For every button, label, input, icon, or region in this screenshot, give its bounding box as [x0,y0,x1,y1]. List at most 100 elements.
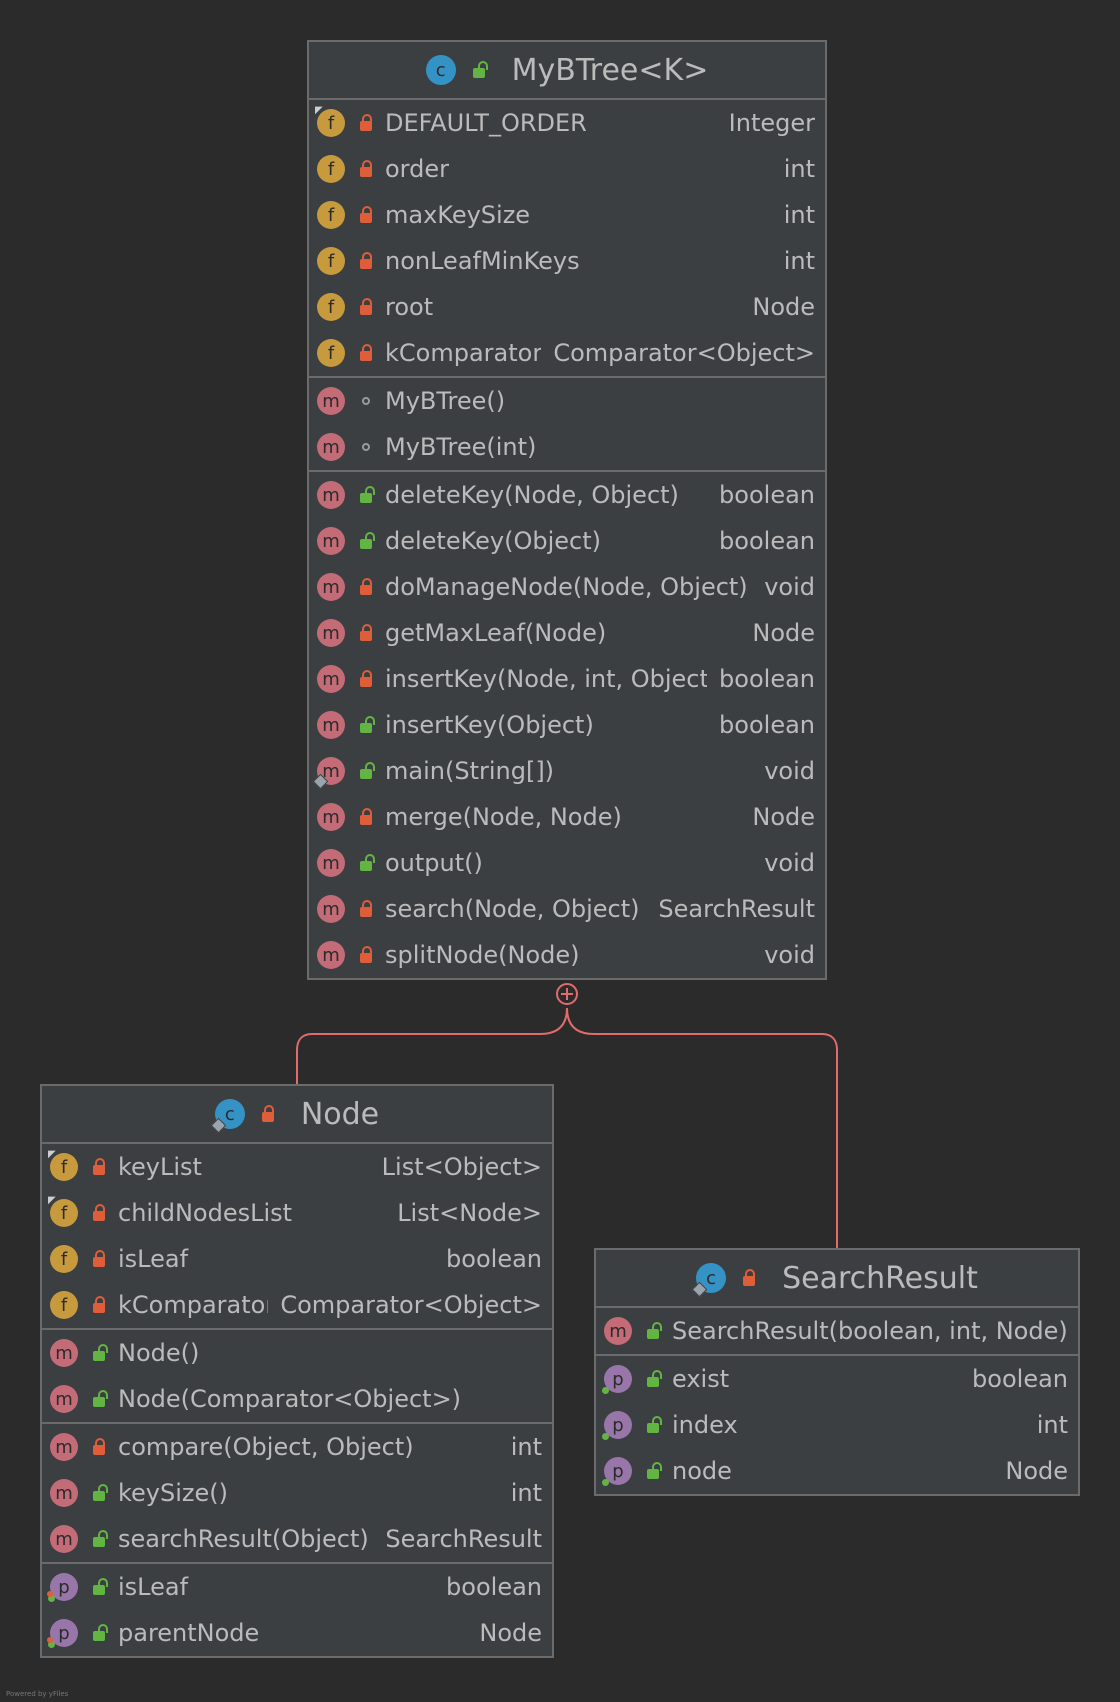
method-row[interactable]: m Node(Comparator<Object>) [42,1376,552,1422]
property-row[interactable]: p node Node [596,1448,1078,1494]
member-section: m SearchResult(boolean, int, Node) [596,1308,1078,1356]
method-icon: m [50,1525,78,1553]
field-row[interactable]: f nonLeafMinKeys int [309,238,825,284]
method-row[interactable]: m output() void [309,840,825,886]
member-name: parentNode [118,1619,260,1647]
method-icon: m [317,619,345,647]
class-header: c SearchResult [596,1250,1078,1308]
member-name: kComparator [385,339,542,367]
member-type: boolean [972,1365,1068,1393]
method-row[interactable]: m compare(Object, Object) int [42,1424,552,1470]
property-icon: p [47,1619,78,1648]
member-name: isLeaf [118,1245,189,1273]
field-row[interactable]: f order int [309,146,825,192]
member-name: insertKey(Object) [385,711,594,739]
property-row[interactable]: p exist boolean [596,1356,1078,1402]
member-type: Integer [728,109,815,137]
public-unlock-icon [357,531,375,551]
method-row[interactable]: m insertKey(Node, int, Object) boolean [309,656,825,702]
method-row[interactable]: m getMaxLeaf(Node) Node [309,610,825,656]
field-icon: f [317,201,345,229]
class-icon: c [425,55,456,85]
public-unlock-icon [644,1461,662,1481]
private-lock-icon [357,899,375,919]
private-lock-icon [357,669,375,689]
field-row[interactable]: f root Node [309,284,825,330]
member-name: order [385,155,449,183]
field-row[interactable]: f maxKeySize int [309,192,825,238]
method-row[interactable]: m deleteKey(Object) boolean [309,518,825,564]
field-row[interactable]: f ◤ childNodesList List<Node> [42,1190,552,1236]
property-row[interactable]: p index int [596,1402,1078,1448]
private-lock-icon [357,807,375,827]
private-lock-icon [357,945,375,965]
class-header: c Node [42,1086,552,1144]
member-name: searchResult(Object) [118,1525,369,1553]
method-row[interactable]: m MyBTree(int) [309,424,825,470]
method-row[interactable]: m searchResult(Object) SearchResult [42,1516,552,1562]
method-row[interactable]: m insertKey(Object) boolean [309,702,825,748]
field-icon: f [50,1291,78,1319]
member-section: m deleteKey(Node, Object) boolean m deleteKe… [309,472,825,978]
method-row[interactable]: m splitNode(Node) void [309,932,825,978]
class-box-mybtree[interactable]: c MyBTree<K> f ◤ DEFAULT_ORDER Integer f order i… [307,40,827,980]
member-name: getMaxLeaf(Node) [385,619,607,647]
method-row[interactable]: m merge(Node, Node) Node [309,794,825,840]
public-unlock-icon [90,1389,108,1409]
method-icon: m [317,711,345,739]
private-lock-icon [90,1437,108,1457]
field-row[interactable]: f ◤ DEFAULT_ORDER Integer [309,100,825,146]
member-name: doManageNode(Node, Object) [385,573,748,601]
member-type: SearchResult [385,1525,542,1553]
private-lock-icon [357,113,375,133]
inner-class-icon: c [210,1099,245,1134]
field-row[interactable]: f kComparator Comparator<Object> [42,1282,552,1328]
method-row[interactable]: m Node() [42,1330,552,1376]
member-section: m Node() m Node(Comparator<Object>) [42,1330,552,1424]
field-row[interactable]: f isLeaf boolean [42,1236,552,1282]
field-row[interactable]: f kComparator Comparator<Object> [309,330,825,376]
member-type: boolean [719,481,815,509]
footer-credit: Powered by yFiles [6,1690,69,1698]
member-type: Node [752,619,815,647]
public-unlock-icon [644,1321,662,1341]
property-row[interactable]: p parentNode Node [42,1610,552,1656]
member-type: Comparator<Object> [280,1291,542,1319]
class-box-node[interactable]: c Node f ◤ keyList List<Object> f ◤ childNodesLi… [40,1084,554,1658]
member-type: void [764,849,815,877]
member-type: List<Object> [381,1153,542,1181]
property-row[interactable]: p isLeaf boolean [42,1564,552,1610]
member-type: boolean [719,527,815,555]
private-lock-icon [357,205,375,225]
field-icon: f [317,293,345,321]
field-icon: f ◤ [48,1149,78,1181]
class-title: MyBTree<K> [511,52,709,88]
member-type: boolean [446,1245,542,1273]
method-icon: m [317,895,345,923]
method-row[interactable]: m keySize() int [42,1470,552,1516]
method-icon: m [50,1433,78,1461]
member-type: Node [752,293,815,321]
class-box-searchresult[interactable]: c SearchResult m SearchResult(boolean, int,… [594,1248,1080,1496]
method-row[interactable]: m SearchResult(boolean, int, Node) [596,1308,1078,1354]
method-row[interactable]: m search(Node, Object) SearchResult [309,886,825,932]
member-name: splitNode(Node) [385,941,580,969]
private-lock-icon [90,1157,108,1177]
member-section: p isLeaf boolean p parentNode Node [42,1564,552,1656]
method-row[interactable]: m deleteKey(Node, Object) boolean [309,472,825,518]
member-name: MyBTree() [385,387,506,415]
field-row[interactable]: f ◤ keyList List<Object> [42,1144,552,1190]
private-lock-icon [90,1203,108,1223]
member-name: search(Node, Object) [385,895,640,923]
method-row[interactable]: m MyBTree() [309,378,825,424]
member-type: int [783,201,815,229]
method-icon: m [317,481,345,509]
member-name: insertKey(Node, int, Object) [385,665,708,693]
member-type: SearchResult [658,895,815,923]
private-lock-icon [90,1249,108,1269]
member-type: boolean [446,1573,542,1601]
method-icon: m [604,1317,632,1345]
method-row[interactable]: m doManageNode(Node, Object) void [309,564,825,610]
method-row[interactable]: m main(String[]) void [309,748,825,794]
member-type: Node [1005,1457,1068,1485]
